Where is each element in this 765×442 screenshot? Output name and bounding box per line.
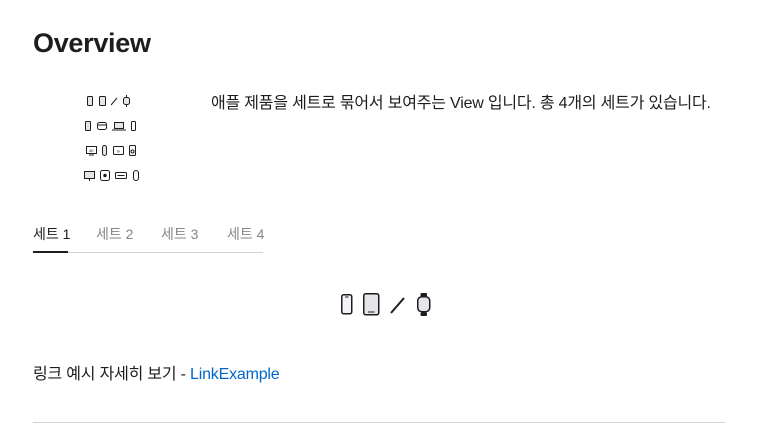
mac-mini-icon xyxy=(100,170,110,181)
apple-watch-icon xyxy=(123,95,130,107)
ipad-icon xyxy=(363,293,380,316)
apple-pencil-icon xyxy=(390,297,405,314)
tab-set-3[interactable]: 세트 3 xyxy=(161,224,198,251)
description-text: 애플 제품을 세트로 묶어서 보여주는 View 입니다. 총 4개의 세트가 … xyxy=(211,95,711,112)
apple-pencil-icon xyxy=(110,97,118,106)
imac-icon xyxy=(84,171,95,181)
apple-tv-box-icon: tv xyxy=(113,146,124,155)
iphone-icon xyxy=(87,96,93,106)
link-example-prefix: 링크 예시 자세히 보기 - xyxy=(33,366,191,383)
keyboard-icon xyxy=(115,172,127,179)
tab-set-1[interactable]: 세트 1 xyxy=(33,224,70,253)
svg-text:4K: 4K xyxy=(89,148,94,153)
set-tabs: 세트 1 세트 2 세트 3 세트 4 xyxy=(33,224,264,253)
section-divider xyxy=(33,422,725,423)
tab-set-2[interactable]: 세트 2 xyxy=(96,224,133,251)
svg-text:tv: tv xyxy=(117,149,120,154)
iphone-icon xyxy=(85,121,91,131)
homepod-mini-icon xyxy=(129,145,136,156)
apple-tv-4k-icon: 4K xyxy=(86,146,97,156)
macbook-icon xyxy=(112,122,126,131)
ipad-icon xyxy=(99,96,106,106)
product-set-preview: 4K tv xyxy=(82,93,140,185)
selected-set-panel xyxy=(339,292,434,318)
airtag-icon xyxy=(102,145,107,156)
mouse-icon xyxy=(133,170,139,181)
apple-watch-icon xyxy=(417,293,431,316)
airpods-case-icon xyxy=(97,122,107,130)
link-example-line: 링크 예시 자세히 보기 - LinkExample xyxy=(33,360,280,384)
iphone-side-icon xyxy=(131,121,136,131)
iphone-icon xyxy=(341,294,353,315)
tab-set-4[interactable]: 세트 4 xyxy=(227,224,264,251)
link-example-link[interactable]: LinkExample xyxy=(190,366,280,383)
page-title: Overview xyxy=(33,28,151,58)
